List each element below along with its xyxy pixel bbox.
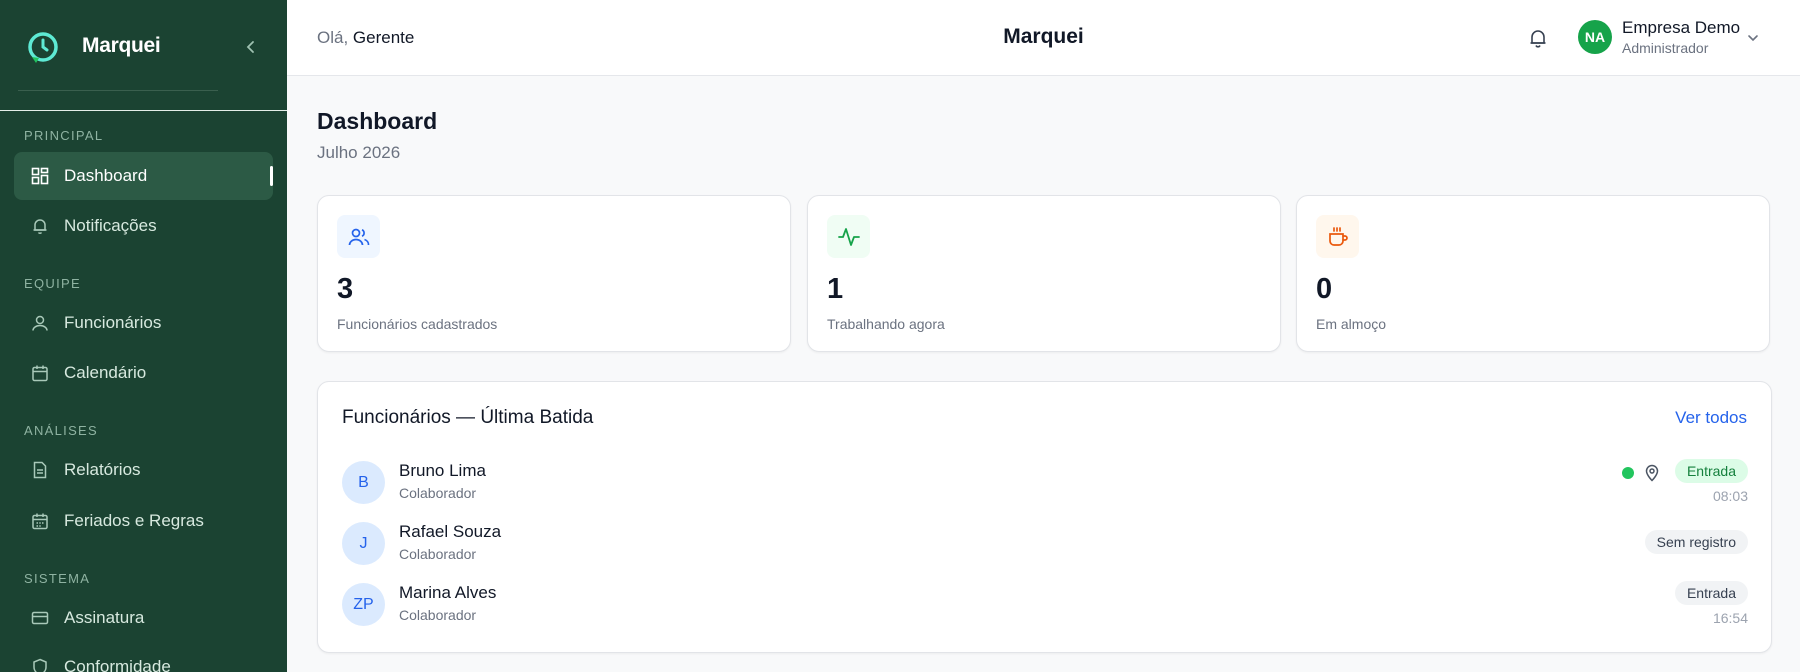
shield-icon [30, 657, 50, 672]
users-icon [337, 215, 380, 258]
employee-name: Marina Alves [399, 583, 497, 602]
greeting-prefix: Olá, [317, 28, 349, 47]
employee-role: Colaborador [399, 546, 477, 562]
stat-card-employees: 3 Funcionários cadastrados [317, 195, 791, 352]
sidebar-item-label: Feriados e Regras [64, 511, 204, 530]
company-role: Administrador [1622, 40, 1709, 56]
employee-name: Rafael Souza [399, 522, 502, 541]
stat-card-working: 1 Trabalhando agora [807, 195, 1281, 352]
sidebar-item-label: Funcionários [64, 313, 162, 332]
sidebar-item-reports[interactable]: Relatórios [14, 446, 273, 494]
greeting-name: Gerente [352, 28, 415, 47]
user-avatar[interactable]: NA [1578, 20, 1612, 54]
sidebar-item-label: Assinatura [64, 608, 145, 627]
header-title: Marquei [1003, 25, 1084, 48]
grid-icon [30, 166, 50, 186]
sidebar-item-holidays-rules[interactable]: Feriados e Regras [14, 497, 273, 545]
avatar: J [342, 522, 385, 565]
location-pin-icon[interactable] [1643, 464, 1661, 482]
chevron-down-icon[interactable] [1746, 31, 1760, 45]
calendar-icon [30, 511, 50, 531]
section-principal: PRINCIPAL [24, 128, 104, 143]
user-icon [30, 313, 50, 333]
greeting: Olá, Gerente [317, 28, 414, 48]
activity-icon [827, 215, 870, 258]
bell-icon [30, 216, 50, 236]
stat-value: 1 [827, 273, 844, 305]
page-subtitle: Julho 2026 [317, 143, 401, 162]
sidebar-item-label: Conformidade [64, 657, 171, 672]
stat-label: Em almoço [1316, 316, 1387, 332]
sidebar-item-label: Calendário [64, 363, 147, 382]
section-analises: ANÁLISES [24, 423, 98, 438]
top-header: Olá, Gerente Marquei NA Empresa Demo Adm… [287, 0, 1800, 76]
employee-name: Bruno Lima [399, 461, 486, 480]
status-badge: Sem registro [1644, 530, 1748, 554]
calendar-icon [30, 363, 50, 383]
sidebar-item-subscription[interactable]: Assinatura [14, 594, 273, 642]
sidebar-item-compliance[interactable]: Conformidade [14, 643, 273, 672]
stat-card-lunch: 0 Em almoço [1296, 195, 1770, 352]
stat-value: 0 [1316, 273, 1333, 305]
sidebar-item-label: Notificações [64, 216, 157, 235]
sidebar-item-dashboard[interactable]: Dashboard [14, 152, 273, 200]
brand-area: Marquei [0, 0, 287, 111]
sidebar-item-employees[interactable]: Funcionários [14, 299, 273, 347]
company-name: Empresa Demo [1622, 18, 1741, 37]
document-icon [30, 460, 50, 480]
punch-time: 08:03 [1712, 488, 1748, 504]
page-title: Dashboard [317, 108, 438, 134]
avatar: B [342, 461, 385, 504]
sidebar-item-notifications[interactable]: Notificações [14, 202, 273, 250]
sidebar: Marquei PRINCIPAL Dashboard Notificações… [0, 0, 287, 672]
notification-bell-icon[interactable] [1527, 27, 1549, 49]
brand-divider [18, 90, 218, 91]
punch-time: 16:54 [1712, 610, 1748, 626]
list-item[interactable]: B Bruno Lima Colaborador Entrada 08:03 [342, 457, 1748, 507]
brand-name: Marquei [82, 34, 161, 57]
section-equipe: EQUIPE [24, 276, 81, 291]
list-item[interactable]: J Rafael Souza Colaborador Sem registro [342, 518, 1748, 568]
stat-label: Trabalhando agora [827, 316, 945, 332]
last-punch-card: Funcionários — Última Batida Ver todos B… [317, 381, 1772, 653]
status-badge: Entrada [1674, 581, 1748, 605]
sidebar-item-label: Relatórios [64, 460, 141, 479]
collapse-sidebar-button[interactable] [242, 37, 260, 57]
online-status-dot [1622, 467, 1634, 479]
stat-label: Funcionários cadastrados [337, 316, 498, 332]
list-item[interactable]: ZP Marina Alves Colaborador Entrada 16:5… [342, 579, 1748, 629]
employee-role: Colaborador [399, 607, 477, 623]
credit-card-icon [30, 608, 50, 628]
section-sistema: SISTEMA [24, 571, 91, 586]
chevron-left-icon [246, 41, 254, 53]
stat-value: 3 [337, 273, 354, 305]
card-title: Funcionários — Última Batida [342, 407, 594, 428]
view-all-link[interactable]: Ver todos [1675, 408, 1747, 428]
company-info[interactable]: Empresa Demo Administrador [1622, 18, 1740, 56]
employee-role: Colaborador [399, 485, 477, 501]
coffee-icon [1316, 215, 1359, 258]
clock-logo-icon [28, 32, 58, 63]
sidebar-item-calendar[interactable]: Calendário [14, 349, 273, 397]
status-badge: Entrada [1674, 459, 1748, 483]
sidebar-item-label: Dashboard [64, 166, 148, 185]
avatar: ZP [342, 583, 385, 626]
